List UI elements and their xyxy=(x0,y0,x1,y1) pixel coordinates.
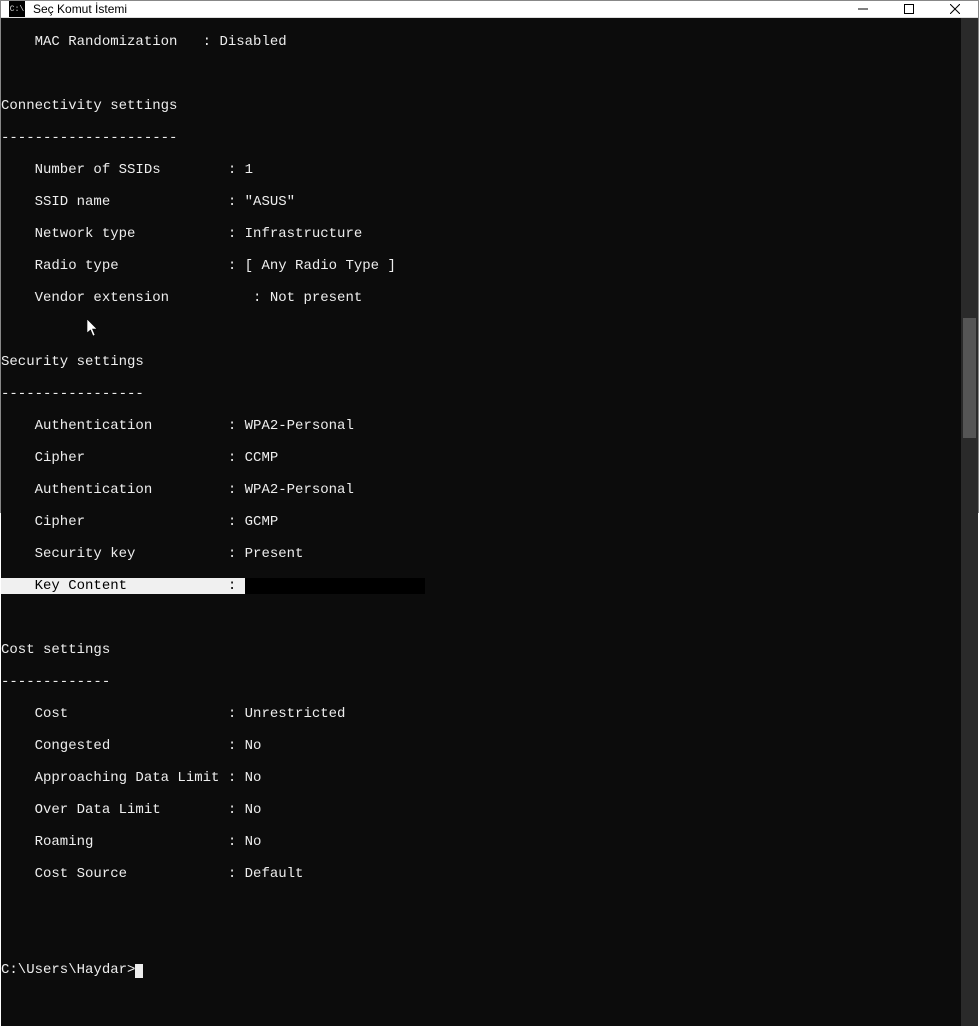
cost-divider: ------------- xyxy=(1,674,961,690)
close-icon xyxy=(950,4,960,14)
connectivity-divider: --------------------- xyxy=(1,130,961,146)
minimize-button[interactable] xyxy=(840,1,886,17)
cost-header: Cost settings xyxy=(1,642,961,658)
ssid-name-value: "ASUS" xyxy=(245,194,295,210)
mac-randomization-label: MAC Randomization : xyxy=(1,34,219,50)
cipher1-label: Cipher : xyxy=(1,450,245,466)
blank-line xyxy=(1,898,961,914)
connectivity-header: Connectivity settings xyxy=(1,98,961,114)
radio-type-label: Radio type : xyxy=(1,258,245,274)
scrollbar-thumb[interactable] xyxy=(963,318,976,438)
titlebar[interactable]: C:\ Seç Komut İstemi xyxy=(1,1,978,18)
window-title: Seç Komut İstemi xyxy=(33,2,127,16)
cmd-icon: C:\ xyxy=(9,1,25,17)
cost-value: Unrestricted xyxy=(245,706,346,722)
text-cursor xyxy=(135,964,143,978)
approach-value: No xyxy=(245,770,262,786)
radio-type-value: [ Any Radio Type ] xyxy=(245,258,396,274)
congested-label: Congested : xyxy=(1,738,245,754)
congested-value: No xyxy=(245,738,262,754)
roaming-value: No xyxy=(245,834,262,850)
vendor-ext-value: Not present xyxy=(270,290,362,306)
network-type-label: Network type : xyxy=(1,226,245,242)
cipher1-value: CCMP xyxy=(245,450,279,466)
roaming-label: Roaming : xyxy=(1,834,245,850)
security-header: Security settings xyxy=(1,354,961,370)
blank-line xyxy=(1,322,961,338)
command-prompt-window: C:\ Seç Komut İstemi MAC Randomization :… xyxy=(0,0,979,513)
blank-line xyxy=(1,610,961,626)
seckey-value: Present xyxy=(245,546,304,562)
costsrc-value: Default xyxy=(245,866,304,882)
close-button[interactable] xyxy=(932,1,978,17)
vendor-ext-label: Vendor extension : xyxy=(1,290,270,306)
cost-label: Cost : xyxy=(1,706,245,722)
number-ssids-value: 1 xyxy=(245,162,253,178)
security-divider: ----------------- xyxy=(1,386,961,402)
cipher2-label: Cipher : xyxy=(1,514,245,530)
costsrc-label: Cost Source : xyxy=(1,866,245,882)
prompt: C:\Users\Haydar> xyxy=(1,962,135,978)
terminal-wrap: MAC Randomization : Disabled Connectivit… xyxy=(1,18,978,1026)
vertical-scrollbar[interactable] xyxy=(961,18,978,1026)
minimize-icon xyxy=(858,4,868,14)
blank-line xyxy=(1,66,961,82)
over-value: No xyxy=(245,802,262,818)
blank-line xyxy=(1,930,961,946)
maximize-icon xyxy=(904,4,914,14)
approach-label: Approaching Data Limit : xyxy=(1,770,245,786)
cipher2-value: GCMP xyxy=(245,514,279,530)
auth1-value: WPA2-Personal xyxy=(245,418,354,434)
key-content-redacted xyxy=(245,578,425,594)
terminal-output[interactable]: MAC Randomization : Disabled Connectivit… xyxy=(1,18,961,1026)
titlebar-controls xyxy=(840,1,978,17)
over-label: Over Data Limit : xyxy=(1,802,245,818)
maximize-button[interactable] xyxy=(886,1,932,17)
auth2-value: WPA2-Personal xyxy=(245,482,354,498)
network-type-value: Infrastructure xyxy=(245,226,363,242)
ssid-name-label: SSID name : xyxy=(1,194,245,210)
number-ssids-label: Number of SSIDs : xyxy=(1,162,245,178)
auth2-label: Authentication : xyxy=(1,482,245,498)
key-content-selection[interactable]: Key Content : xyxy=(1,578,245,594)
seckey-label: Security key : xyxy=(1,546,245,562)
mac-randomization-value: Disabled xyxy=(219,34,286,50)
auth1-label: Authentication : xyxy=(1,418,245,434)
